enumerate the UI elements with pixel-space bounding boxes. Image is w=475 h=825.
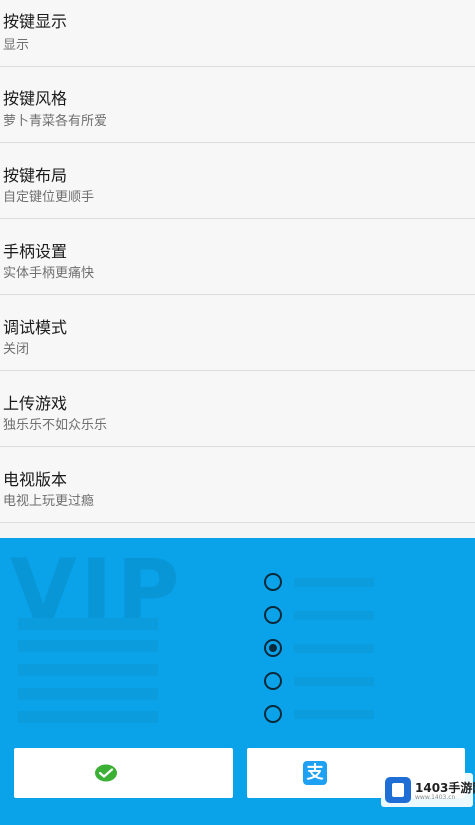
radio-button[interactable] bbox=[264, 573, 282, 591]
setting-title: 上传游戏 bbox=[3, 394, 68, 413]
setting-debug-mode[interactable]: 调试模式 关闭 bbox=[0, 295, 475, 371]
setting-subtitle: 显示 bbox=[3, 38, 30, 53]
setting-title: 按键显示 bbox=[3, 12, 68, 31]
plan-label bbox=[294, 710, 374, 719]
vip-benefit-line bbox=[18, 711, 158, 723]
plan-label bbox=[294, 611, 374, 620]
watermark-url: www.1403.cn bbox=[415, 794, 456, 801]
setting-subtitle: 独乐乐不如众乐乐 bbox=[3, 418, 108, 433]
setting-subtitle: 萝卜青菜各有所爱 bbox=[3, 114, 108, 129]
site-watermark: 1403手游网 www.1403.cn bbox=[381, 773, 475, 807]
vip-plan-option[interactable] bbox=[264, 639, 384, 661]
plan-label bbox=[294, 578, 374, 587]
alipay-icon: 支 bbox=[303, 761, 327, 785]
setting-subtitle: 自定键位更顺手 bbox=[3, 190, 95, 205]
setting-upload-game[interactable]: 上传游戏 独乐乐不如众乐乐 bbox=[0, 371, 475, 447]
setting-title: 按键风格 bbox=[3, 89, 68, 108]
setting-title: 手柄设置 bbox=[3, 242, 68, 261]
vip-plan-option[interactable] bbox=[264, 573, 384, 595]
plan-label bbox=[294, 677, 374, 686]
vip-benefit-line bbox=[18, 618, 158, 630]
plan-label bbox=[294, 644, 374, 653]
setting-gamepad[interactable]: 手柄设置 实体手柄更痛快 bbox=[0, 219, 475, 295]
radio-button-selected[interactable] bbox=[264, 639, 282, 657]
wechat-pay-icon bbox=[95, 764, 117, 782]
vip-plan-option[interactable] bbox=[264, 672, 384, 694]
setting-subtitle: 电视上玩更过瘾 bbox=[3, 494, 95, 509]
vip-plan-option[interactable] bbox=[264, 705, 384, 727]
setting-title: 调试模式 bbox=[3, 318, 68, 337]
vip-benefit-line bbox=[18, 640, 158, 652]
setting-key-style[interactable]: 按键风格 萝卜青菜各有所爱 bbox=[0, 67, 475, 143]
setting-subtitle: 关闭 bbox=[3, 342, 30, 357]
radio-button[interactable] bbox=[264, 672, 282, 690]
settings-list: 按键显示 显示 按键风格 萝卜青菜各有所爱 按键布局 自定键位更顺手 手柄设置 … bbox=[0, 0, 475, 523]
setting-tv-version[interactable]: 电视版本 电视上玩更过瘾 bbox=[0, 447, 475, 523]
radio-button[interactable] bbox=[264, 606, 282, 624]
vip-panel: VIP 支 1403手游网 www.1403.cn bbox=[0, 538, 475, 825]
wechat-pay-button[interactable] bbox=[14, 748, 233, 798]
radio-button[interactable] bbox=[264, 705, 282, 723]
setting-title: 按键布局 bbox=[3, 166, 68, 185]
vip-benefit-line bbox=[18, 688, 158, 700]
setting-title: 电视版本 bbox=[3, 470, 68, 489]
vip-benefit-line bbox=[18, 664, 158, 676]
setting-subtitle: 实体手柄更痛快 bbox=[3, 266, 95, 281]
watermark-logo-icon bbox=[385, 777, 411, 803]
setting-key-layout[interactable]: 按键布局 自定键位更顺手 bbox=[0, 143, 475, 219]
setting-key-display[interactable]: 按键显示 显示 bbox=[0, 0, 475, 67]
vip-plan-option[interactable] bbox=[264, 606, 384, 628]
